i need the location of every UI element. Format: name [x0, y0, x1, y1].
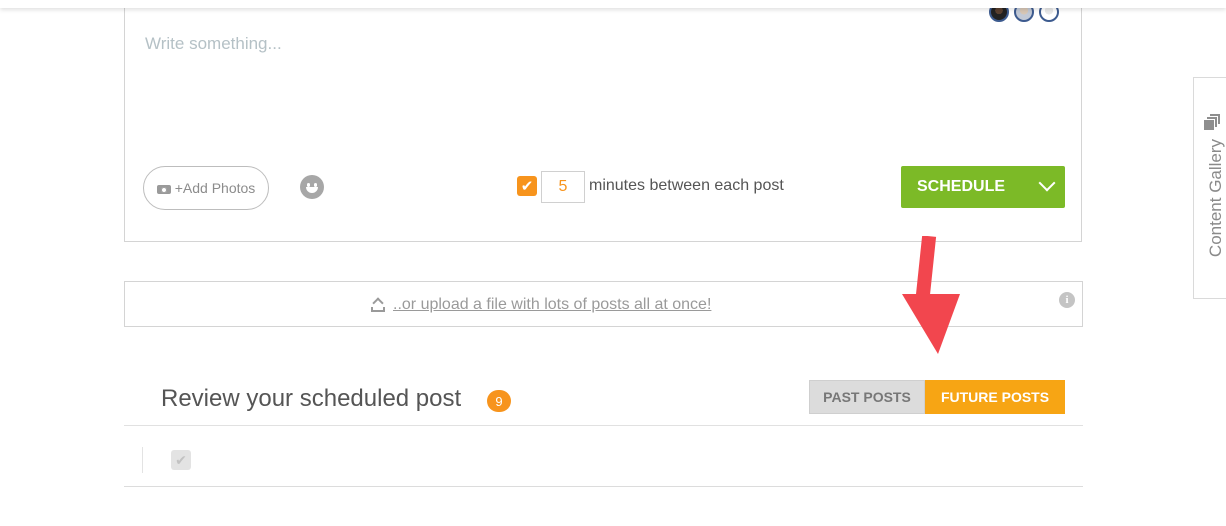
add-photos-button[interactable]: +Add Photos — [143, 166, 269, 210]
interval-checkbox[interactable]: ✔ — [517, 176, 537, 196]
bulk-upload-text: ..or upload a file with lots of posts al… — [393, 296, 712, 313]
post-text-area[interactable]: Write something... — [145, 34, 282, 54]
chevron-down-icon[interactable] — [1038, 174, 1056, 192]
divider — [124, 486, 1083, 487]
content-gallery-label: Content Gallery — [1206, 138, 1225, 258]
bulk-upload-link[interactable]: ..or upload a file with lots of posts al… — [371, 296, 711, 314]
camera-icon — [156, 183, 171, 194]
select-all-checkbox[interactable]: ✔ — [171, 450, 191, 470]
info-icon[interactable]: i — [1059, 292, 1075, 308]
add-photos-label: +Add Photos — [174, 180, 256, 196]
upload-icon — [371, 298, 385, 312]
tab-future-posts[interactable]: FUTURE POSTS — [925, 380, 1065, 414]
divider — [142, 447, 143, 473]
interval-minutes-input[interactable] — [541, 171, 585, 203]
emoji-icon[interactable] — [300, 175, 324, 199]
divider — [124, 425, 1083, 426]
review-title: Review your scheduled post — [161, 385, 462, 412]
interval-label: minutes between each post — [589, 177, 784, 194]
scheduled-count-badge: 9 — [487, 390, 511, 412]
content-gallery-tab[interactable]: Content Gallery — [1193, 77, 1226, 299]
tab-past-posts[interactable]: PAST POSTS — [809, 380, 925, 414]
post-composer: Write something... +Add Photos ✔ minutes… — [124, 0, 1082, 242]
schedule-label: SCHEDULE — [917, 178, 1006, 195]
schedule-button[interactable]: SCHEDULE — [901, 166, 1065, 208]
annotation-arrow — [902, 236, 960, 354]
gallery-icon — [1203, 113, 1221, 131]
top-bar — [0, 0, 1226, 8]
